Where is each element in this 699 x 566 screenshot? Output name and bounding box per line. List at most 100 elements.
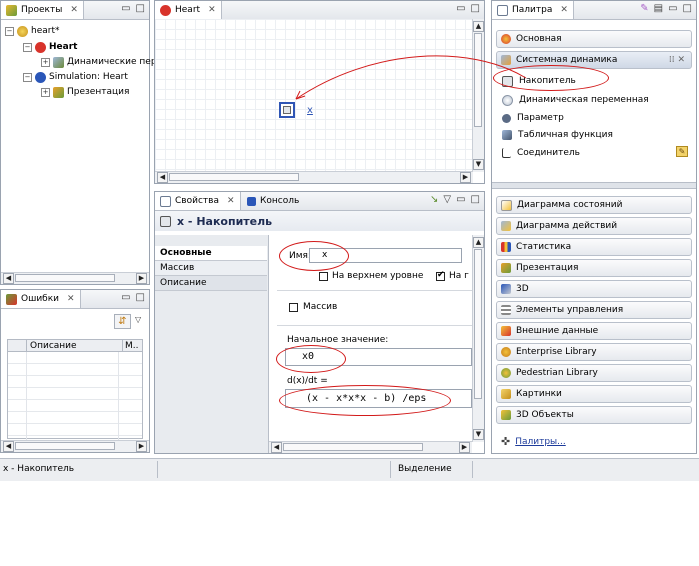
minimize-icon[interactable]: ▭: [121, 292, 130, 303]
tab-projects[interactable]: Проекты ✕: [1, 1, 84, 19]
vertical-scrollbar[interactable]: ▲ ▼: [472, 235, 484, 442]
palette-item-stock[interactable]: Накопитель: [502, 74, 576, 88]
pin-icon[interactable]: ↘: [430, 194, 438, 205]
close-icon[interactable]: ✕: [208, 5, 216, 15]
palette-section-enterprise[interactable]: Enterprise Library: [496, 343, 692, 361]
close-icon[interactable]: ✕: [227, 196, 235, 206]
tab-palette[interactable]: Палитра ✕: [492, 1, 574, 19]
array-checkbox[interactable]: [289, 302, 298, 312]
palette-section-pedestrian[interactable]: Pedestrian Library: [496, 364, 692, 382]
palette-item-parameter[interactable]: Параметр: [502, 111, 564, 125]
horizontal-scrollbar[interactable]: ◀ ▶: [269, 441, 472, 453]
palette-section-3d-objects[interactable]: 3D Объекты: [496, 406, 692, 424]
tab-console[interactable]: Консоль: [247, 192, 299, 210]
palette-section-presentation[interactable]: Презентация: [496, 259, 692, 277]
scroll-down-icon[interactable]: ▼: [473, 429, 484, 440]
minimize-icon[interactable]: ▭: [456, 194, 465, 205]
scroll-left-icon[interactable]: ◀: [3, 273, 14, 284]
scroll-thumb[interactable]: [474, 33, 482, 127]
top-level-checkbox-row[interactable]: На верхнем уровне: [319, 271, 423, 281]
tree-item-heart-project[interactable]: − heart*: [5, 25, 60, 37]
scroll-right-icon[interactable]: ▶: [136, 441, 147, 452]
scroll-left-icon[interactable]: ◀: [3, 441, 14, 452]
horizontal-scrollbar[interactable]: ◀ ▶: [1, 440, 149, 452]
scroll-up-icon[interactable]: ▲: [473, 21, 484, 32]
edit-icon[interactable]: ✎: [676, 146, 688, 157]
horizontal-scrollbar[interactable]: ◀ ▶: [1, 272, 149, 284]
palette-item-table-function[interactable]: Табличная функция: [502, 128, 613, 142]
scroll-right-icon[interactable]: ▶: [460, 172, 471, 183]
side-tab-description[interactable]: Описание: [155, 276, 267, 291]
maximize-icon[interactable]: □: [683, 3, 692, 14]
checked-checkbox-row[interactable]: ✔ На г: [436, 271, 472, 281]
col-m-header[interactable]: М..: [123, 340, 139, 351]
scroll-thumb[interactable]: [283, 443, 423, 451]
side-tab-main[interactable]: Основные: [155, 246, 267, 261]
top-level-checkbox[interactable]: [319, 271, 328, 281]
tree-item-dynamic[interactable]: + Динамические пере: [41, 56, 162, 68]
palette-section-statistics[interactable]: Статистика: [496, 238, 692, 256]
layout-options-icons[interactable]: ⁞⁞ ✕: [669, 55, 685, 65]
collapse-icon[interactable]: −: [23, 72, 32, 82]
scroll-left-icon[interactable]: ◀: [271, 442, 282, 453]
minimize-icon[interactable]: ▭: [121, 3, 130, 14]
close-icon[interactable]: ✕: [67, 294, 75, 304]
collapse-icon[interactable]: −: [23, 42, 32, 52]
scroll-thumb[interactable]: [15, 442, 115, 450]
tree-item-presentation[interactable]: + Презентация: [41, 86, 129, 98]
initial-value-field[interactable]: x0: [285, 348, 472, 366]
close-icon[interactable]: ✕: [560, 5, 568, 15]
tree-item-heart[interactable]: − Heart: [23, 41, 77, 53]
array-checkbox-row[interactable]: Массив: [289, 302, 337, 312]
scroll-thumb[interactable]: [169, 173, 299, 181]
scroll-thumb[interactable]: [474, 249, 482, 399]
palette-section-system-dynamics[interactable]: Системная динамика ⁞⁞ ✕: [496, 51, 692, 69]
pin-icon[interactable]: ✎: [640, 3, 648, 14]
scroll-left-icon[interactable]: ◀: [157, 172, 168, 183]
scroll-right-icon[interactable]: ▶: [136, 273, 147, 284]
maximize-icon[interactable]: □: [136, 292, 145, 303]
scroll-right-icon[interactable]: ▶: [459, 442, 470, 453]
palette-section-3d[interactable]: 3D: [496, 280, 692, 298]
expand-icon[interactable]: +: [41, 57, 50, 67]
tab-properties[interactable]: Свойства ✕: [155, 192, 241, 210]
view-menu-icon[interactable]: ▤: [654, 3, 663, 14]
tree-item-simulation[interactable]: − Simulation: Heart: [23, 71, 128, 83]
close-icon[interactable]: ✕: [70, 5, 78, 15]
palette-item-dynamic-variable[interactable]: Динамическая переменная: [502, 93, 649, 107]
minimize-icon[interactable]: ▭: [668, 3, 677, 14]
maximize-icon[interactable]: □: [471, 194, 480, 205]
view-menu-icon[interactable]: ▽: [135, 315, 141, 324]
maximize-icon[interactable]: □: [136, 3, 145, 14]
palette-section-statechart[interactable]: Диаграмма состояний: [496, 196, 692, 214]
maximize-icon[interactable]: □: [471, 3, 480, 14]
expand-icon[interactable]: +: [41, 87, 50, 97]
stock-label[interactable]: x: [307, 105, 313, 116]
palette-section-basic[interactable]: Основная: [496, 30, 692, 48]
col-description-header[interactable]: Описание: [27, 340, 123, 351]
name-field[interactable]: x: [309, 248, 462, 263]
scroll-up-icon[interactable]: ▲: [473, 237, 484, 248]
view-menu-icon[interactable]: ▽: [443, 194, 451, 205]
tab-heart[interactable]: Heart ✕: [155, 1, 222, 19]
minimize-icon[interactable]: ▭: [456, 3, 465, 14]
checked-checkbox[interactable]: ✔: [436, 271, 445, 281]
derivative-field[interactable]: (x - x*x*x - b) /eps: [285, 389, 472, 408]
palette-section-external-data[interactable]: Внешние данные: [496, 322, 692, 340]
diagram-canvas[interactable]: x: [155, 19, 473, 172]
stock-element[interactable]: [279, 102, 295, 118]
scroll-thumb[interactable]: [15, 274, 115, 282]
horizontal-scrollbar[interactable]: ◀ ▶: [155, 171, 473, 183]
palette-section-controls[interactable]: Элементы управления: [496, 301, 692, 319]
tab-errors[interactable]: Ошибки ✕: [1, 290, 81, 308]
palette-item-connector[interactable]: Соединитель: [502, 146, 580, 160]
palette-section-action-chart[interactable]: Диаграмма действий: [496, 217, 692, 235]
scroll-down-icon[interactable]: ▼: [473, 159, 484, 170]
collapse-icon[interactable]: −: [5, 26, 14, 36]
more-palettes-link[interactable]: ✜ Палитры...: [501, 435, 566, 448]
side-tab-array[interactable]: Массив: [155, 261, 267, 276]
projects-tabbar: Проекты ✕ ▭ □: [1, 1, 149, 20]
vertical-scrollbar[interactable]: ▲ ▼: [472, 19, 484, 172]
palette-section-pictures[interactable]: Картинки: [496, 385, 692, 403]
filter-button[interactable]: ⇵: [114, 314, 131, 329]
